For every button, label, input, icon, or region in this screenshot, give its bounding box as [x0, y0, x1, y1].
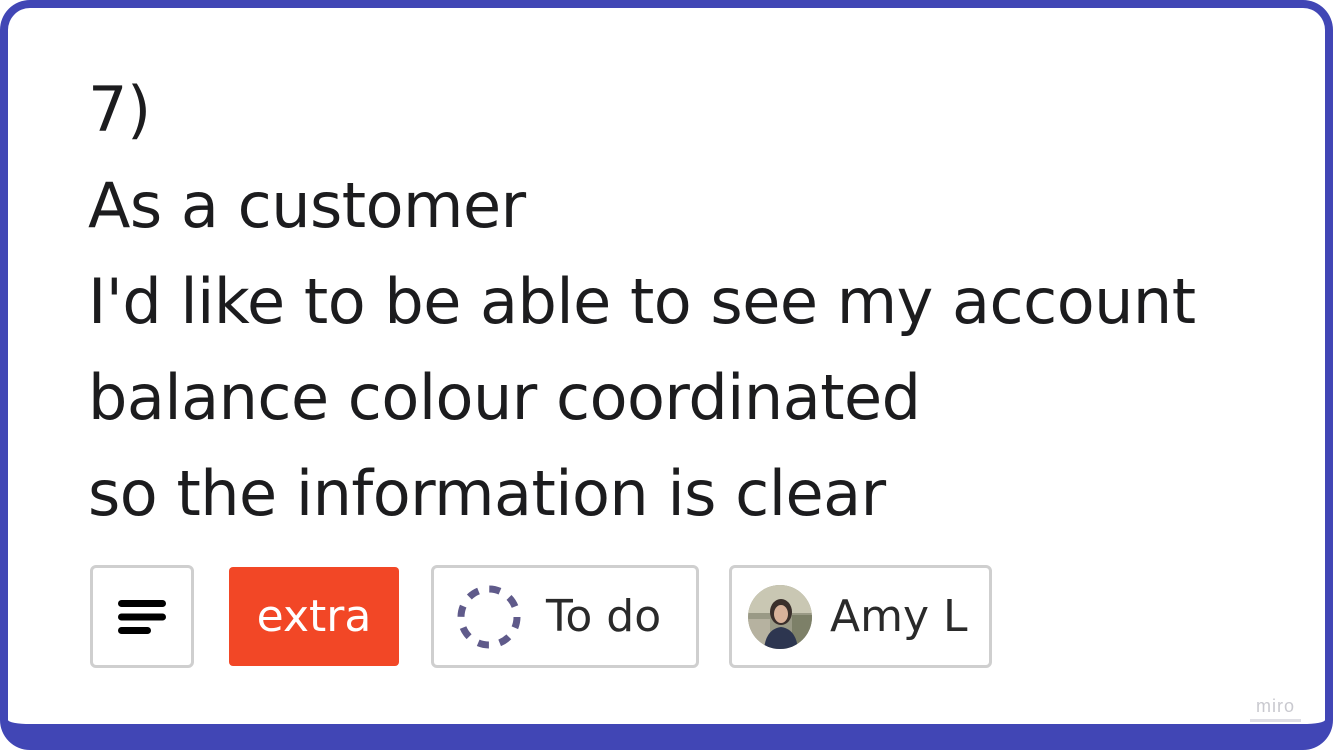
avatar — [748, 584, 812, 649]
story-number: 7) — [88, 73, 151, 146]
story-line-want: I'd like to be able to see my account — [88, 265, 1196, 338]
status-chip[interactable]: To do — [431, 565, 699, 668]
assignee-name: Amy L — [830, 591, 968, 642]
assignee-chip[interactable]: Amy L — [729, 565, 992, 668]
tag-label: extra — [256, 591, 372, 642]
story-line-role: As a customer — [88, 169, 526, 242]
text-lines-icon — [118, 599, 166, 634]
miro-watermark: miro — [1250, 696, 1301, 722]
story-text[interactable]: 7) As a customer I'd like to be able to … — [88, 62, 1196, 542]
story-card[interactable]: 7) As a customer I'd like to be able to … — [0, 0, 1333, 750]
story-line-benefit: so the information is clear — [88, 457, 886, 530]
status-label: To do — [546, 591, 662, 642]
tag-chip[interactable]: extra — [229, 567, 399, 666]
story-line-want-cont: balance colour coordinated — [88, 361, 921, 434]
description-button[interactable] — [90, 565, 194, 668]
dashed-circle-icon — [457, 585, 521, 648]
